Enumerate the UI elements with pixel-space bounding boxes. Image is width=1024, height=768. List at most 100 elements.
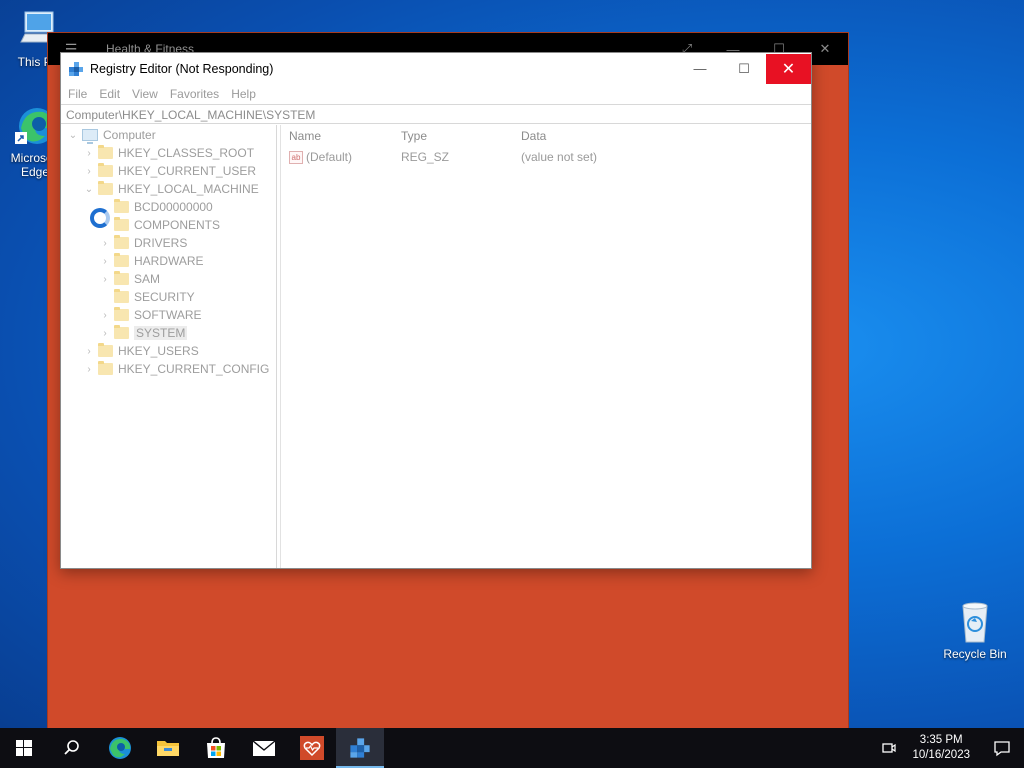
folder-icon xyxy=(114,199,129,213)
start-button[interactable] xyxy=(0,728,48,768)
values-list-pane[interactable]: Name Type Data ab (Default) REG_SZ (valu… xyxy=(281,125,811,568)
chevron-right-icon[interactable]: › xyxy=(99,274,111,285)
notification-icon xyxy=(994,741,1010,757)
meet-now-icon[interactable] xyxy=(876,740,902,756)
tree-item-label-selected: SYSTEM xyxy=(134,326,188,340)
taskbar-regedit[interactable] xyxy=(336,728,384,768)
registry-editor-window[interactable]: Registry Editor (Not Responding) — ☐ ✕ F… xyxy=(60,52,812,569)
chevron-right-icon[interactable]: › xyxy=(99,328,111,339)
windows-logo-icon xyxy=(16,740,32,756)
folder-icon xyxy=(98,361,113,375)
tree-item-hkey-users[interactable]: › HKEY_USERS xyxy=(61,342,276,360)
window-title: Registry Editor (Not Responding) xyxy=(90,61,274,76)
regedit-titlebar[interactable]: Registry Editor (Not Responding) — ☐ ✕ xyxy=(61,53,811,84)
address-bar[interactable]: Computer\HKEY_LOCAL_MACHINE\SYSTEM xyxy=(61,104,811,124)
tree-item-label: HKEY_CURRENT_USER xyxy=(118,164,257,178)
folder-icon xyxy=(114,271,129,285)
value-name-cell: ab (Default) xyxy=(281,150,401,164)
tree-item-security[interactable]: SECURITY xyxy=(61,288,276,306)
menu-view[interactable]: View xyxy=(126,87,164,101)
menu-help[interactable]: Help xyxy=(225,87,262,101)
taskbar-mail[interactable] xyxy=(240,728,288,768)
menu-favorites[interactable]: Favorites xyxy=(164,87,225,101)
tree-item-software[interactable]: › SOFTWARE xyxy=(61,306,276,324)
folder-icon xyxy=(157,741,179,756)
folder-icon xyxy=(114,253,129,267)
string-value-icon: ab xyxy=(289,150,303,164)
menu-edit[interactable]: Edit xyxy=(93,87,126,101)
taskbar-store[interactable] xyxy=(192,728,240,768)
folder-icon xyxy=(114,325,129,339)
folder-icon xyxy=(98,163,113,177)
tree-item-system[interactable]: › SYSTEM xyxy=(61,324,276,342)
mail-icon xyxy=(252,740,276,756)
column-header-data[interactable]: Data xyxy=(521,129,721,143)
folder-icon xyxy=(98,181,113,195)
list-header: Name Type Data xyxy=(281,125,811,147)
taskbar-edge[interactable] xyxy=(96,728,144,768)
chevron-right-icon[interactable]: › xyxy=(99,256,111,267)
tree-item-label: BCD00000000 xyxy=(134,200,213,214)
busy-cursor-icon xyxy=(90,208,110,228)
chevron-right-icon[interactable]: › xyxy=(99,310,111,321)
chevron-right-icon[interactable]: › xyxy=(83,148,95,159)
close-button[interactable]: ✕ xyxy=(766,53,811,84)
value-data: (value not set) xyxy=(521,150,598,164)
tree-item-hkey-classes-root[interactable]: › HKEY_CLASSES_ROOT xyxy=(61,144,276,162)
chevron-down-icon[interactable]: ⌄ xyxy=(67,130,79,141)
taskbar-file-explorer[interactable] xyxy=(144,728,192,768)
heart-icon xyxy=(300,736,324,760)
regedit-app-icon xyxy=(69,61,83,76)
menu-bar: File Edit View Favorites Help xyxy=(61,84,811,104)
chevron-down-icon[interactable]: ⌄ xyxy=(83,184,95,195)
tree-item-hkey-current-config[interactable]: › HKEY_CURRENT_CONFIG xyxy=(61,360,276,378)
tree-item-label: SECURITY xyxy=(134,290,195,304)
recycle-bin-icon xyxy=(953,600,997,644)
tree-item-drivers[interactable]: › DRIVERS xyxy=(61,234,276,252)
taskbar-health-fitness[interactable] xyxy=(288,728,336,768)
regedit-body: ⌄ Computer › HKEY_CLASSES_ROOT › HKEY_CU… xyxy=(61,125,811,568)
tree-pane[interactable]: ⌄ Computer › HKEY_CLASSES_ROOT › HKEY_CU… xyxy=(61,125,277,568)
folder-icon xyxy=(114,289,129,303)
folder-icon xyxy=(114,235,129,249)
tree-item-hkey-local-machine[interactable]: ⌄ HKEY_LOCAL_MACHINE xyxy=(61,180,276,198)
maximize-button[interactable]: ☐ xyxy=(722,54,766,84)
clock-date: 10/16/2023 xyxy=(912,749,970,761)
computer-icon xyxy=(82,129,98,144)
column-header-name[interactable]: Name xyxy=(281,129,401,143)
tree-item-sam[interactable]: › SAM xyxy=(61,270,276,288)
chevron-right-icon[interactable]: › xyxy=(83,346,95,357)
folder-icon xyxy=(114,217,129,231)
tree-item-label: HKEY_LOCAL_MACHINE xyxy=(118,182,259,196)
folder-icon xyxy=(98,343,113,357)
value-name: (Default) xyxy=(306,150,353,164)
search-button[interactable] xyxy=(48,728,96,768)
tree-item-hardware[interactable]: › HARDWARE xyxy=(61,252,276,270)
search-icon xyxy=(64,740,79,755)
clock[interactable]: 3:35 PM 10/16/2023 xyxy=(902,733,980,763)
column-header-type[interactable]: Type xyxy=(401,129,521,143)
tree-item-label: SAM xyxy=(134,272,161,286)
tree-item-label: Computer xyxy=(103,128,156,142)
tree-item-label: HARDWARE xyxy=(134,254,204,268)
tree-item-label: HKEY_CLASSES_ROOT xyxy=(118,146,255,160)
tree-item-hkey-current-user[interactable]: › HKEY_CURRENT_USER xyxy=(61,162,276,180)
desktop-icon-label: Recycle Bin xyxy=(943,647,1007,661)
folder-icon xyxy=(114,307,129,321)
chevron-right-icon[interactable]: › xyxy=(99,238,111,249)
edge-icon xyxy=(109,737,131,759)
chevron-right-icon[interactable]: › xyxy=(83,364,95,375)
tree-item-label: HKEY_CURRENT_CONFIG xyxy=(118,362,270,376)
desktop-icon-recycle-bin[interactable]: Recycle Bin xyxy=(940,600,1010,661)
menu-file[interactable]: File xyxy=(62,87,93,101)
taskbar: 3:35 PM 10/16/2023 xyxy=(0,728,1024,768)
store-icon xyxy=(207,737,225,758)
value-type: REG_SZ xyxy=(401,150,450,164)
table-row[interactable]: ab (Default) REG_SZ (value not set) xyxy=(281,147,811,167)
notification-center-button[interactable] xyxy=(980,739,1024,757)
minimize-button[interactable]: — xyxy=(678,54,722,84)
tree-item-label: COMPONENTS xyxy=(134,218,221,232)
folder-icon xyxy=(98,145,113,159)
chevron-right-icon[interactable]: › xyxy=(83,166,95,177)
tree-item-computer[interactable]: ⌄ Computer xyxy=(61,126,276,144)
